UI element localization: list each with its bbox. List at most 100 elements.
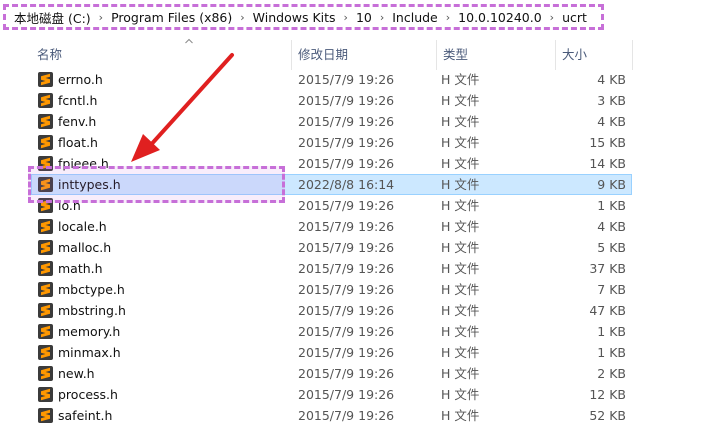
- column-header-type-label: 类型: [443, 47, 469, 62]
- sublime-text-icon: [38, 282, 53, 297]
- file-date: 2015/7/9 19:26: [298, 303, 395, 318]
- file-row[interactable]: fcntl.h 2015/7/9 19:26 H 文件 3 KB: [31, 90, 632, 111]
- breadcrumb-label: 10.0.10240.0: [458, 9, 542, 25]
- sublime-text-icon: [38, 156, 53, 171]
- column-header-date[interactable]: 修改日期: [291, 40, 435, 70]
- file-name: fpieee.h: [58, 156, 109, 171]
- file-size: 12 KB: [589, 387, 626, 402]
- file-row[interactable]: malloc.h 2015/7/9 19:26 H 文件 5 KB: [31, 237, 632, 258]
- file-row[interactable]: errno.h 2015/7/9 19:26 H 文件 4 KB: [31, 69, 632, 90]
- file-row-selected[interactable]: inttypes.h 2022/8/8 16:14 H 文件 9 KB: [31, 174, 632, 195]
- sublime-text-icon: [38, 387, 53, 402]
- file-size: 14 KB: [589, 156, 626, 171]
- breadcrumb-label: Include: [392, 9, 438, 25]
- file-date: 2015/7/9 19:26: [298, 219, 395, 234]
- file-row[interactable]: safeint.h 2015/7/9 19:26 H 文件 52 KB: [31, 405, 632, 426]
- column-header-row: 名称 修改日期 类型 大小: [0, 38, 727, 70]
- file-type: H 文件: [441, 135, 480, 150]
- file-size: 4 KB: [597, 219, 626, 234]
- file-type: H 文件: [441, 240, 480, 255]
- file-size: 1 KB: [597, 324, 626, 339]
- file-date: 2015/7/9 19:26: [298, 198, 395, 213]
- file-type: H 文件: [441, 198, 480, 213]
- breadcrumb-item[interactable]: Windows Kits: [249, 7, 340, 27]
- file-row[interactable]: mbstring.h 2015/7/9 19:26 H 文件 47 KB: [31, 300, 632, 321]
- sublime-text-icon: [38, 114, 53, 129]
- file-name: io.h: [58, 198, 81, 213]
- file-name: inttypes.h: [58, 177, 121, 192]
- column-header-type[interactable]: 类型: [436, 40, 554, 70]
- file-name: process.h: [58, 387, 118, 402]
- sublime-text-icon: [38, 261, 53, 276]
- breadcrumb-item[interactable]: Include: [388, 7, 442, 27]
- file-row[interactable]: float.h 2015/7/9 19:26 H 文件 15 KB: [31, 132, 632, 153]
- file-type: H 文件: [441, 303, 480, 318]
- file-size: 2 KB: [597, 366, 626, 381]
- file-row[interactable]: process.h 2015/7/9 19:26 H 文件 12 KB: [31, 384, 632, 405]
- file-name: safeint.h: [58, 408, 113, 423]
- breadcrumb-label: Windows Kits: [252, 9, 336, 25]
- file-row[interactable]: memory.h 2015/7/9 19:26 H 文件 1 KB: [31, 321, 632, 342]
- file-name: fenv.h: [58, 114, 97, 129]
- breadcrumb-item[interactable]: 本地磁盘 (C:): [10, 7, 95, 27]
- file-type: H 文件: [441, 387, 480, 402]
- file-date: 2015/7/9 19:26: [298, 156, 395, 171]
- file-row[interactable]: locale.h 2015/7/9 19:26 H 文件 4 KB: [31, 216, 632, 237]
- file-row[interactable]: minmax.h 2015/7/9 19:26 H 文件 1 KB: [31, 342, 632, 363]
- sublime-text-icon: [38, 177, 53, 192]
- chevron-right-icon[interactable]: ›: [376, 11, 388, 24]
- sublime-text-icon: [38, 366, 53, 381]
- file-date: 2015/7/9 19:26: [298, 240, 395, 255]
- breadcrumb-item[interactable]: 10: [352, 7, 376, 27]
- file-row[interactable]: new.h 2015/7/9 19:26 H 文件 2 KB: [31, 363, 632, 384]
- file-date: 2015/7/9 19:26: [298, 72, 395, 87]
- column-header-name[interactable]: 名称: [31, 38, 290, 70]
- chevron-right-icon[interactable]: ›: [340, 11, 352, 24]
- chevron-right-icon[interactable]: ›: [95, 11, 107, 24]
- column-header-name-label: 名称: [37, 47, 63, 62]
- file-type: H 文件: [441, 72, 480, 87]
- sublime-text-icon: [38, 135, 53, 150]
- file-row[interactable]: io.h 2015/7/9 19:26 H 文件 1 KB: [31, 195, 632, 216]
- file-type: H 文件: [441, 408, 480, 423]
- file-row[interactable]: math.h 2015/7/9 19:26 H 文件 37 KB: [31, 258, 632, 279]
- file-type: H 文件: [441, 93, 480, 108]
- breadcrumb-label: 本地磁盘 (C:): [14, 10, 91, 26]
- file-row[interactable]: fpieee.h 2015/7/9 19:26 H 文件 14 KB: [31, 153, 632, 174]
- file-type: H 文件: [441, 261, 480, 276]
- file-name: fcntl.h: [58, 93, 98, 108]
- breadcrumb-item[interactable]: Program Files (x86): [107, 7, 236, 27]
- sort-ascending-icon: [185, 38, 193, 44]
- file-name: minmax.h: [58, 345, 121, 360]
- breadcrumb-item[interactable]: 10.0.10240.0: [454, 7, 546, 27]
- file-date: 2015/7/9 19:26: [298, 366, 395, 381]
- chevron-right-icon[interactable]: ›: [546, 11, 558, 24]
- file-name: memory.h: [58, 324, 121, 339]
- file-name: locale.h: [58, 219, 107, 234]
- file-name: errno.h: [58, 72, 103, 87]
- file-type: H 文件: [441, 114, 480, 129]
- file-date: 2015/7/9 19:26: [298, 387, 395, 402]
- column-header-size[interactable]: 大小: [555, 40, 633, 70]
- breadcrumb-label: 10: [355, 9, 372, 25]
- breadcrumb-item[interactable]: ucrt: [558, 7, 591, 27]
- file-size: 3 KB: [597, 93, 626, 108]
- file-row[interactable]: mbctype.h 2015/7/9 19:26 H 文件 7 KB: [31, 279, 632, 300]
- file-date: 2015/7/9 19:26: [298, 135, 395, 150]
- sublime-text-icon: [38, 408, 53, 423]
- file-size: 4 KB: [597, 72, 626, 87]
- sublime-text-icon: [38, 303, 53, 318]
- chevron-right-icon[interactable]: ›: [442, 11, 454, 24]
- file-size: 15 KB: [589, 135, 626, 150]
- file-date: 2015/7/9 19:26: [298, 114, 395, 129]
- file-date: 2015/7/9 19:26: [298, 324, 395, 339]
- file-row[interactable]: fenv.h 2015/7/9 19:26 H 文件 4 KB: [31, 111, 632, 132]
- file-date: 2015/7/9 19:26: [298, 408, 395, 423]
- file-size: 1 KB: [597, 345, 626, 360]
- file-size: 5 KB: [597, 240, 626, 255]
- column-header-size-label: 大小: [562, 47, 588, 62]
- file-size: 1 KB: [597, 198, 626, 213]
- file-date: 2015/7/9 19:26: [298, 282, 395, 297]
- chevron-right-icon[interactable]: ›: [236, 11, 248, 24]
- sublime-text-icon: [38, 324, 53, 339]
